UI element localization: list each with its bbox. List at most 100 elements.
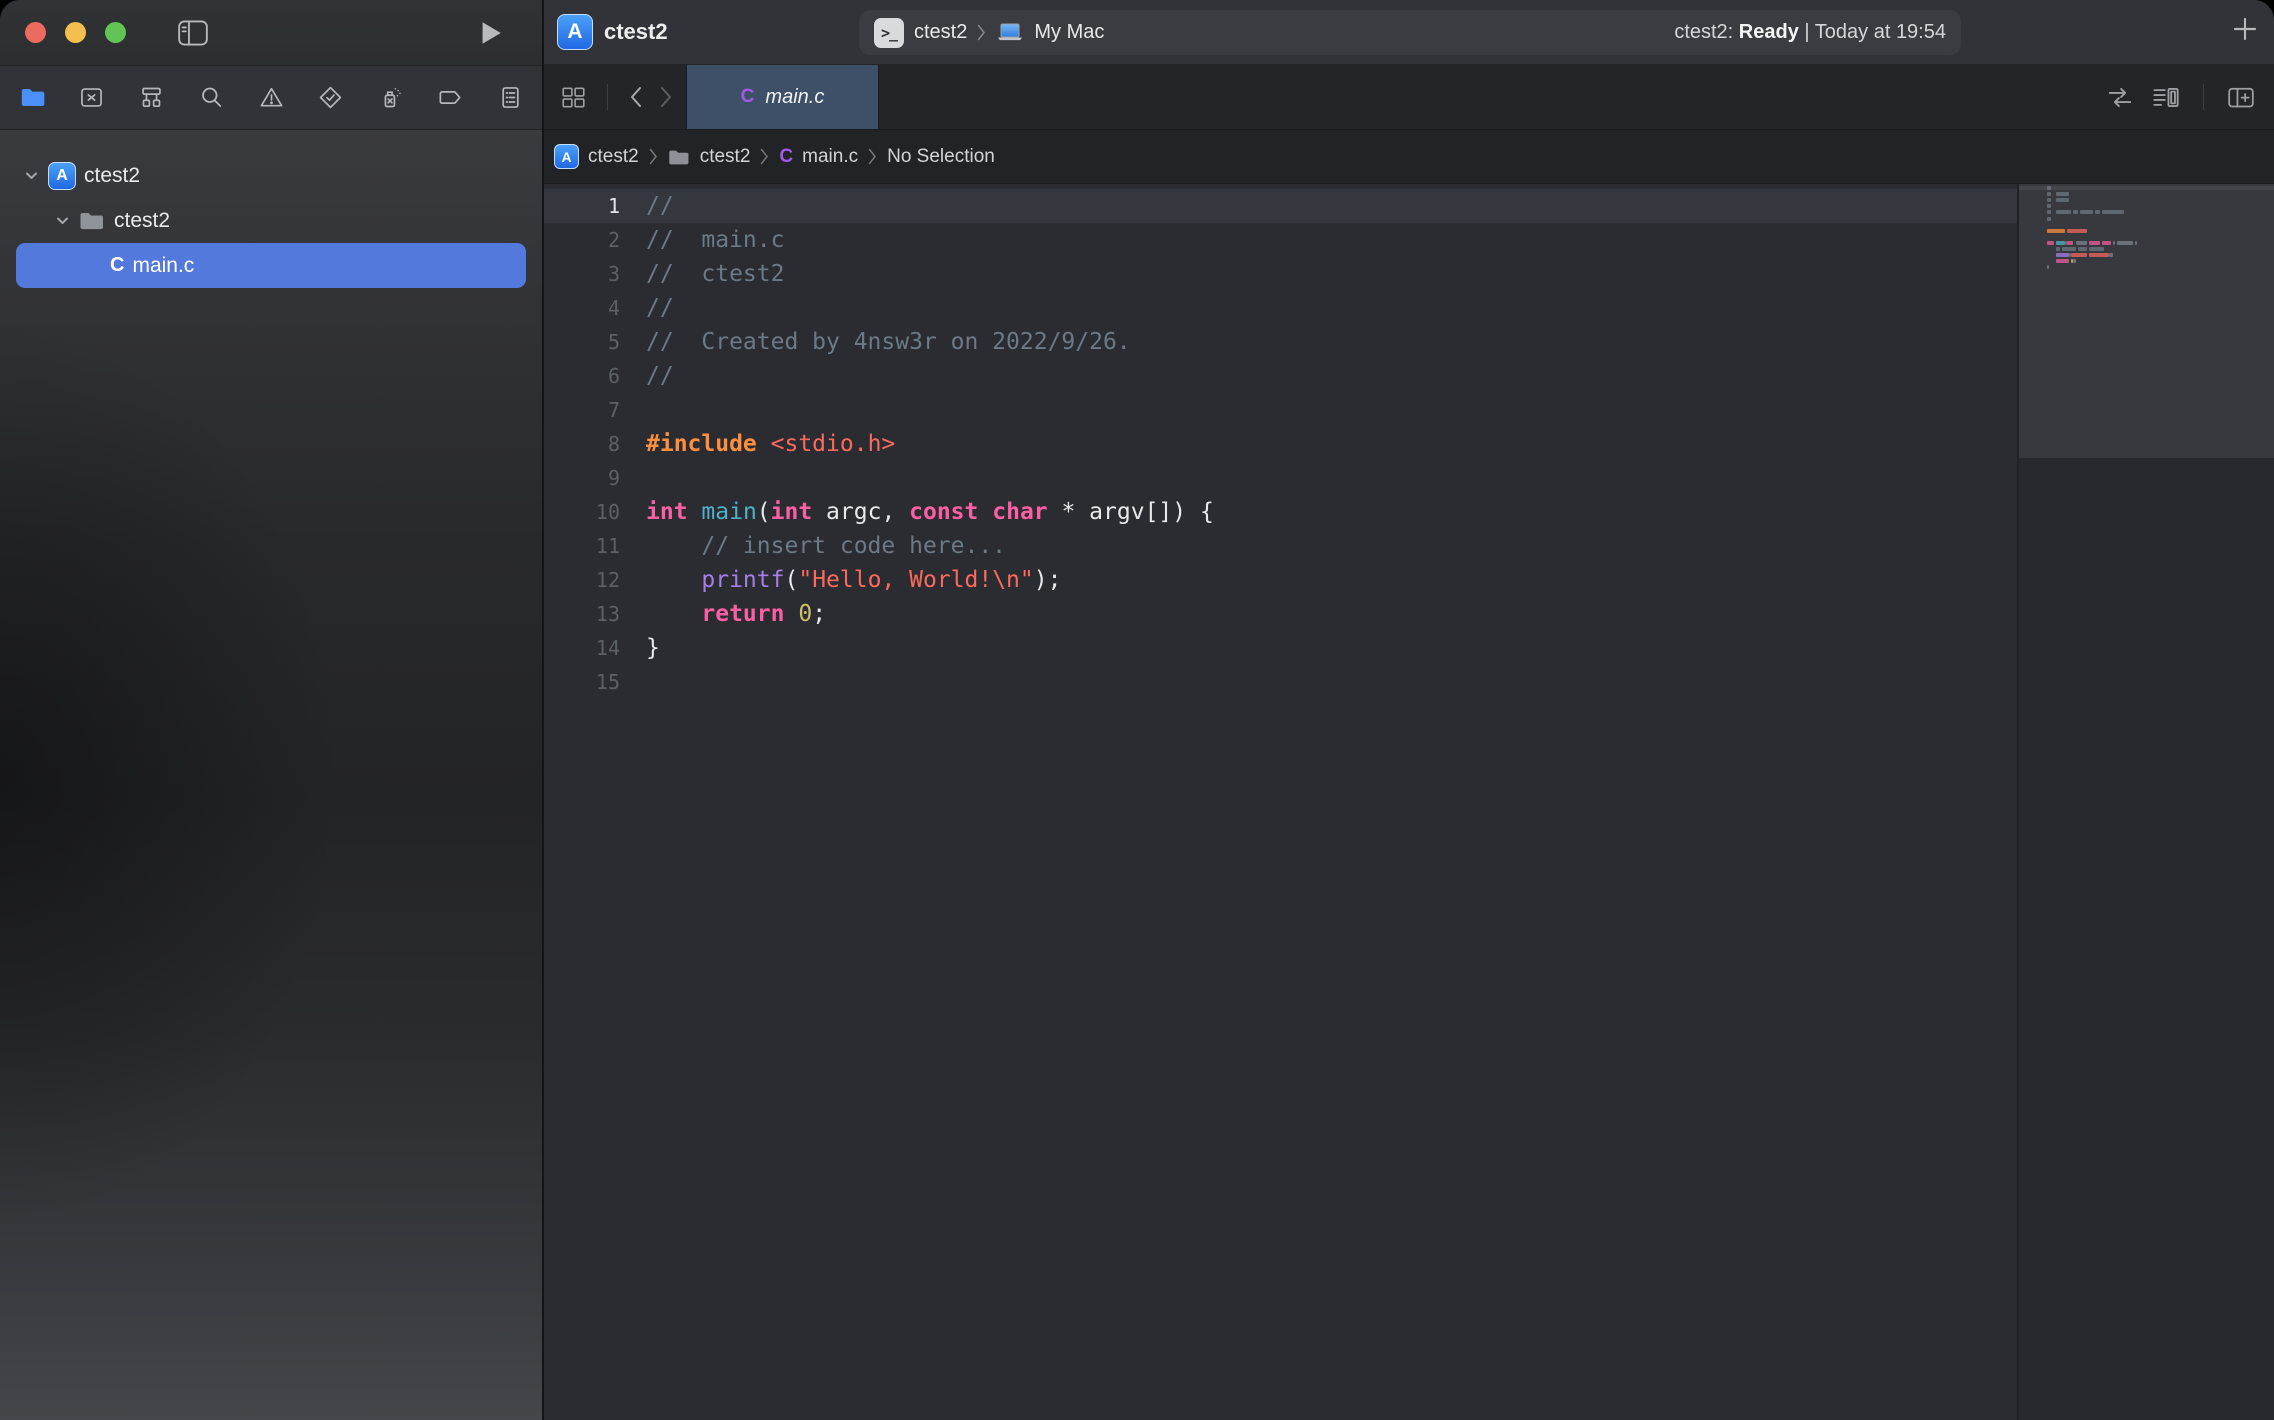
editor-options-button[interactable] <box>2151 84 2181 111</box>
breadcrumb-item-No-Selection[interactable]: No Selection <box>887 146 995 168</box>
add-editor-button[interactable] <box>2226 84 2256 110</box>
code-line-5[interactable]: 5// Created by 4nsw3r on 2022/9/26. <box>544 325 2017 359</box>
add-editor-icon <box>2226 84 2256 110</box>
debug-navigator-tab[interactable] <box>372 79 410 117</box>
code-line-4[interactable]: 4// <box>544 291 2017 325</box>
tree-row-main-c[interactable]: Cmain.c <box>16 243 526 288</box>
tree-row-label: ctest2 <box>114 209 170 233</box>
close-button[interactable] <box>25 22 46 43</box>
breadcrumb-chevron-icon <box>868 148 877 165</box>
folder-icon <box>79 210 106 231</box>
zoom-button[interactable] <box>105 22 126 43</box>
toggle-sidebar-button[interactable] <box>178 20 208 46</box>
code-review-button[interactable] <box>2105 85 2135 110</box>
code-line-12[interactable]: 12 printf("Hello, World!\n"); <box>544 563 2017 597</box>
line-number: 10 <box>544 500 620 524</box>
disclosure-chevron-icon[interactable] <box>20 168 42 183</box>
forward-button[interactable] <box>658 84 674 110</box>
source-control-navigator-tab[interactable] <box>73 79 111 117</box>
line-number: 9 <box>544 466 620 490</box>
line-number: 15 <box>544 670 620 694</box>
grid-icon <box>560 84 587 111</box>
app-project-icon: A <box>554 144 579 169</box>
breadcrumb-item-main-c[interactable]: Cmain.c <box>779 146 858 168</box>
editor-controls <box>2105 65 2274 129</box>
main-area: A ctest2 >_ ctest2 <box>542 0 2274 1420</box>
code-text: printf("Hello, World!\n"); <box>620 567 1061 593</box>
symbols-navigator-tab[interactable] <box>133 79 171 117</box>
code-line-1[interactable]: 1// <box>544 189 2017 223</box>
code-line-14[interactable]: 14} <box>544 631 2017 665</box>
line-number: 11 <box>544 534 620 558</box>
plus-icon <box>2232 16 2258 42</box>
tab-overview-button[interactable] <box>560 84 587 111</box>
tree-row-ctest2[interactable]: ctest2 <box>16 198 526 243</box>
minimize-button[interactable] <box>65 22 86 43</box>
scheme-name: ctest2 <box>914 21 967 44</box>
swap-arrows-icon <box>2105 85 2135 110</box>
code-text: // insert code here... <box>620 533 1006 559</box>
breadcrumb-label: ctest2 <box>700 146 751 168</box>
sidebar-toolbar <box>0 0 542 65</box>
code-line-8[interactable]: 8#include <stdio.h> <box>544 427 2017 461</box>
my-mac-icon <box>996 23 1024 42</box>
code-editor[interactable]: 1//2// main.c3// ctest24//5// Created by… <box>544 184 2017 1420</box>
code-line-9[interactable]: 9 <box>544 461 2017 495</box>
code-line-13[interactable]: 13 return 0; <box>544 597 2017 631</box>
breadcrumb-label: ctest2 <box>588 146 639 168</box>
code-line-7[interactable]: 7 <box>544 393 2017 427</box>
code-line-3[interactable]: 3// ctest2 <box>544 257 2017 291</box>
breadcrumb-item-ctest2[interactable]: Actest2 <box>554 144 639 169</box>
line-number: 12 <box>544 568 620 592</box>
line-number: 14 <box>544 636 620 660</box>
scheme-status-bar: >_ ctest2 <box>859 10 1961 55</box>
source-control-icon <box>78 84 105 111</box>
issues-navigator-tab[interactable] <box>252 79 290 117</box>
code-line-11[interactable]: 11 // insert code here... <box>544 529 2017 563</box>
scheme-selector[interactable]: >_ ctest2 <box>874 18 1104 48</box>
search-icon <box>198 84 225 111</box>
minimap-viewport <box>2019 184 2274 458</box>
tab-main-c[interactable]: C main.c <box>686 65 879 129</box>
code-text: } <box>620 635 660 661</box>
jump-bar: Actest2ctest2Cmain.cNo Selection <box>544 130 2274 184</box>
report-list-icon <box>497 84 524 111</box>
run-button[interactable] <box>481 21 502 45</box>
minimap-current-line <box>2019 186 2274 190</box>
code-line-10[interactable]: 10int main(int argc, const char * argv[]… <box>544 495 2017 529</box>
warning-triangle-icon <box>258 84 285 111</box>
divider <box>2203 84 2204 110</box>
project-navigator-tab[interactable] <box>13 79 51 117</box>
code-text: #include <stdio.h> <box>620 431 895 457</box>
tab-bar: C main.c <box>544 65 2274 130</box>
run-destination: My Mac <box>1034 21 1104 44</box>
minimap[interactable] <box>2019 184 2274 1420</box>
xcode-window: Actest2ctest2Cmain.c A ctest2 >_ ctest2 <box>0 0 2274 1420</box>
breadcrumb-item-ctest2[interactable]: ctest2 <box>668 146 751 168</box>
editor-area: 1//2// main.c3// ctest24//5// Created by… <box>544 184 2274 1420</box>
find-navigator-tab[interactable] <box>192 79 230 117</box>
library-add-button[interactable] <box>2232 16 2258 42</box>
code-line-6[interactable]: 6// <box>544 359 2017 393</box>
terminal-icon: >_ <box>874 18 904 48</box>
line-number: 13 <box>544 602 620 626</box>
divider <box>607 84 608 110</box>
status-state: Ready <box>1739 21 1799 43</box>
tests-navigator-tab[interactable] <box>312 79 350 117</box>
breadcrumb-label: No Selection <box>887 146 995 168</box>
reports-navigator-tab[interactable] <box>491 79 529 117</box>
line-number: 5 <box>544 330 620 354</box>
spray-bottle-icon <box>377 84 404 111</box>
line-number: 7 <box>544 398 620 422</box>
breakpoints-navigator-tab[interactable] <box>431 79 469 117</box>
disclosure-chevron-icon[interactable] <box>51 213 73 228</box>
back-button[interactable] <box>628 84 644 110</box>
chevron-right-icon <box>658 84 674 110</box>
chevron-right-icon <box>977 24 986 41</box>
tree-row-ctest2[interactable]: Actest2 <box>16 153 526 198</box>
code-line-2[interactable]: 2// main.c <box>544 223 2017 257</box>
c-file-icon: C <box>741 86 755 108</box>
code-text: // main.c <box>620 227 784 253</box>
play-icon <box>481 21 502 45</box>
code-line-15[interactable]: 15 <box>544 665 2017 699</box>
